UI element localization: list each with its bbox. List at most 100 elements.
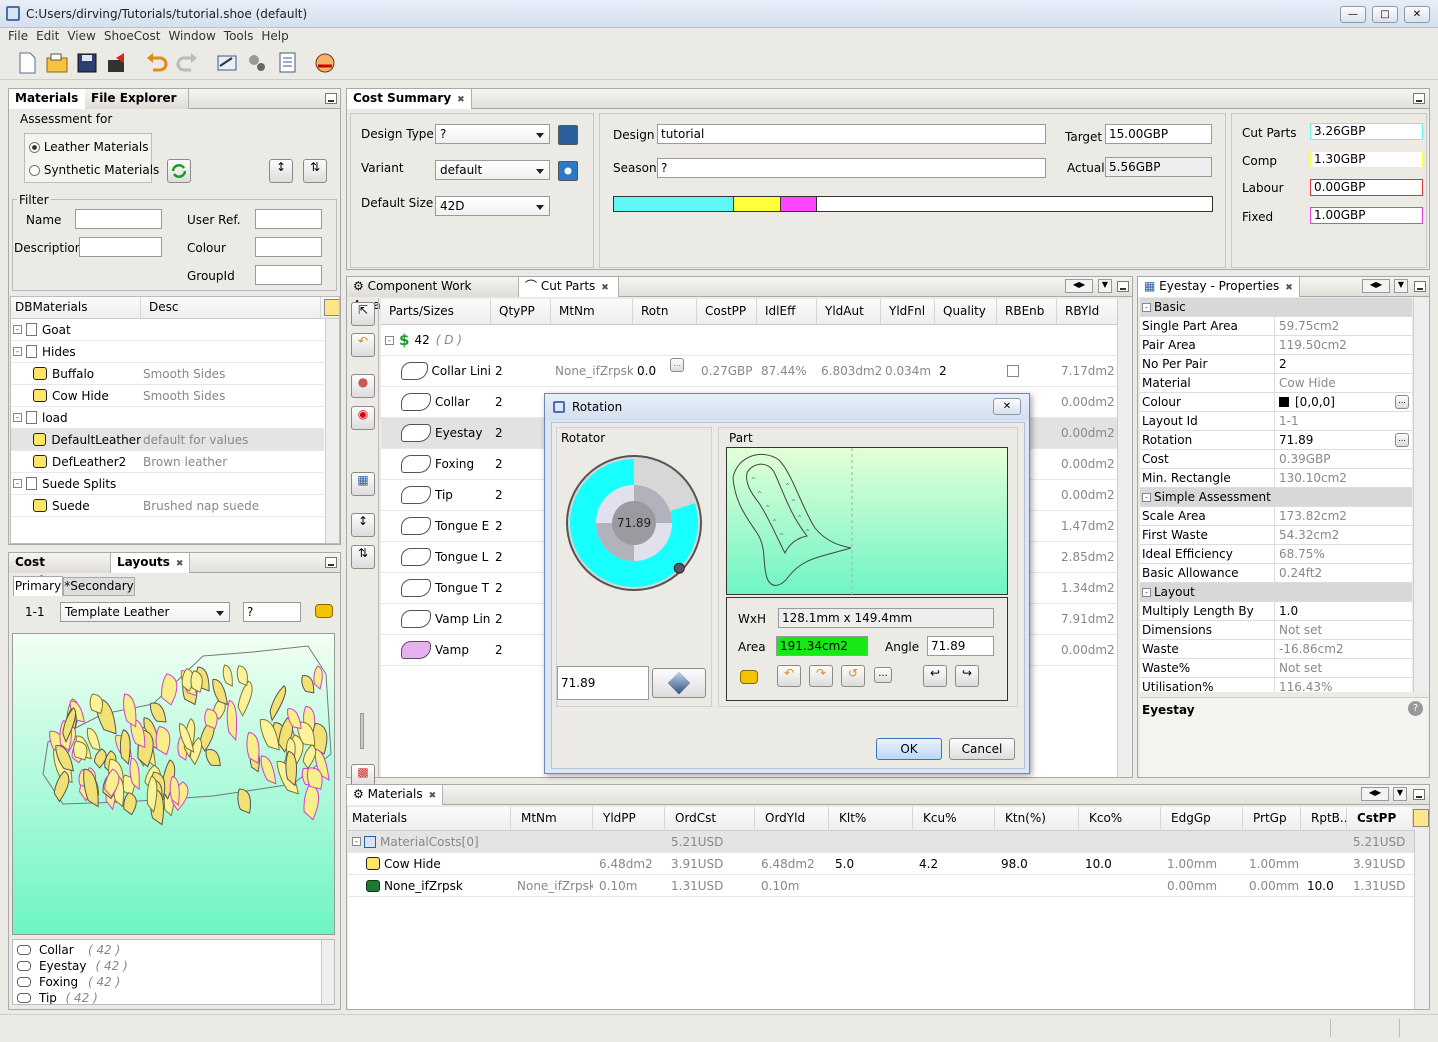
header-ordcst[interactable]: OrdCst xyxy=(665,807,755,831)
undo-tool-icon[interactable]: ↶ xyxy=(351,333,375,357)
collapse-tool-icon[interactable]: ⇅ xyxy=(351,545,375,569)
property-edit-button[interactable]: ... xyxy=(1395,433,1409,447)
layout-canvas[interactable] xyxy=(12,633,335,935)
save-design-icon[interactable] xyxy=(558,125,578,145)
section-toggle-icon[interactable]: - xyxy=(1142,587,1151,597)
undo-icon[interactable] xyxy=(144,50,170,76)
tab-cost-explorer[interactable]: Cost Explorer xyxy=(9,553,111,588)
header-quality[interactable]: Quality xyxy=(935,299,997,325)
property-row[interactable]: Utilisation% 116.43% xyxy=(1140,678,1412,692)
angle-field[interactable]: 71.89 xyxy=(927,636,994,656)
expand-toggle-icon[interactable]: - xyxy=(13,325,22,334)
property-row[interactable]: Ideal Efficiency 68.75% xyxy=(1140,545,1412,564)
tab-list-dropdown[interactable]: ▼ xyxy=(1394,279,1408,293)
description-field[interactable] xyxy=(79,237,162,257)
property-value-cell[interactable]: Cow Hide xyxy=(1275,374,1410,392)
minimize-panel-icon[interactable] xyxy=(1414,281,1426,292)
design-field[interactable]: tutorial xyxy=(657,124,1046,144)
property-value-cell[interactable]: 130.10cm2 xyxy=(1275,469,1410,487)
header-rbyld[interactable]: RBYld xyxy=(1057,299,1119,325)
size-group-row[interactable]: - $42 ( D ) xyxy=(381,325,1119,356)
property-value-cell[interactable]: Not set xyxy=(1275,621,1410,639)
header-mtnm[interactable]: MtNm xyxy=(551,299,633,325)
property-row[interactable]: Waste -16.86cm2 xyxy=(1140,640,1412,659)
collapse-all-button[interactable]: ⇅ xyxy=(303,159,327,183)
tree-row[interactable]: - Suede Splits xyxy=(11,473,324,495)
tab-component-work-area[interactable]: ⚙ Component Work Area✖ xyxy=(347,277,519,312)
parts-list-scrollbar[interactable] xyxy=(321,940,334,1004)
section-toggle-icon[interactable]: - xyxy=(1142,492,1151,502)
close-tab-icon[interactable]: ✖ xyxy=(429,791,437,801)
maximize-button[interactable]: □ xyxy=(1372,6,1398,23)
cell-rbenb[interactable] xyxy=(997,356,1057,386)
select-tool-icon[interactable]: ⇱ xyxy=(351,302,375,326)
tab-file-explorer[interactable]: File Explorer xyxy=(85,89,189,109)
settings-icon[interactable] xyxy=(244,50,270,76)
header-prtgp[interactable]: PrtGp xyxy=(1243,807,1301,831)
collapse-toggle-icon[interactable]: - xyxy=(352,837,361,846)
measure-icon[interactable] xyxy=(214,50,240,76)
property-value-cell[interactable]: 54.32cm2 xyxy=(1275,526,1410,544)
header-partssizes[interactable]: Parts/Sizes xyxy=(381,299,491,325)
column-chooser-icon[interactable] xyxy=(324,299,339,316)
tab-cost-summary[interactable]: Cost Summary ✖ xyxy=(347,89,472,109)
parts-list-item[interactable]: Foxing ( 42 ) xyxy=(13,974,334,990)
rotate-tool-icon[interactable]: ◉ xyxy=(351,406,375,430)
expand-toggle-icon[interactable]: - xyxy=(13,347,22,356)
tree-row[interactable]: DefLeather2 Brown leather xyxy=(11,451,324,473)
tab-layouts[interactable]: Layouts ✖ xyxy=(111,553,191,573)
property-value-cell[interactable]: 71.89... xyxy=(1275,431,1410,449)
rotation-value-field[interactable]: 71.89 xyxy=(557,666,649,700)
material-cost-row[interactable]: Cow Hide 6.48dm2 3.91USD 6.48dm2 5.0 4.2 98.0 1… xyxy=(348,853,1414,875)
tab-list-dropdown[interactable]: ▼ xyxy=(1393,787,1407,801)
property-edit-button[interactable]: ... xyxy=(1395,395,1409,409)
tree-row[interactable]: Suede Brushed nap suede xyxy=(11,495,324,517)
header-ktn[interactable]: Ktn(%) xyxy=(995,807,1079,831)
property-value-cell[interactable]: 1-1 xyxy=(1275,412,1410,430)
season-field[interactable]: ? xyxy=(657,158,1046,178)
property-row[interactable]: Waste% Not set xyxy=(1140,659,1412,678)
minimize-panel-icon[interactable] xyxy=(1413,93,1425,104)
tab-list-dropdown[interactable]: ▼ xyxy=(1098,279,1112,293)
user-ref-field[interactable] xyxy=(255,209,322,229)
menu-shoecost[interactable]: ShoeCost xyxy=(100,28,165,45)
property-section[interactable]: - Basic xyxy=(1140,298,1412,317)
report-icon[interactable] xyxy=(274,50,300,76)
save-icon[interactable] xyxy=(74,50,100,76)
dialog-close-button[interactable]: ✕ xyxy=(993,398,1021,415)
menu-view[interactable]: View xyxy=(63,28,99,45)
close-tab-icon[interactable]: ✖ xyxy=(457,95,465,105)
variant-combo[interactable]: default xyxy=(435,160,550,180)
section-toggle-icon[interactable]: - xyxy=(1142,302,1151,312)
property-row[interactable]: Material Cow Hide xyxy=(1140,374,1412,393)
tree-row[interactable]: Cow Hide Smooth Sides xyxy=(11,385,324,407)
expand-all-button[interactable]: ↕ xyxy=(269,159,293,183)
header-desc[interactable]: Desc xyxy=(141,297,321,319)
materials-table-scrollbar[interactable] xyxy=(1414,829,1429,1009)
tree-row[interactable]: - Goat xyxy=(11,319,324,341)
refresh-button[interactable] xyxy=(167,159,191,183)
header-klt[interactable]: Klt% xyxy=(829,807,913,831)
material-cost-row[interactable]: None_ifZrpsk None_ifZrpsk 0.10m 1.31USD 0.10… xyxy=(348,875,1414,897)
header-cstpp[interactable]: CstPP xyxy=(1347,807,1413,831)
help-icon[interactable]: ? xyxy=(1408,701,1423,716)
default-size-combo[interactable]: 42D xyxy=(435,196,550,216)
property-value-cell[interactable]: 173.82cm2 xyxy=(1275,507,1410,525)
property-value-cell[interactable]: Not set xyxy=(1275,659,1410,677)
more-options-button[interactable]: ... xyxy=(874,667,892,683)
property-section[interactable]: - Layout xyxy=(1140,583,1412,602)
material-cost-row[interactable]: - MaterialCosts[0] 5.21USD 5.21USD xyxy=(348,831,1414,853)
minimize-button[interactable]: — xyxy=(1340,6,1366,23)
shoe-tool-icon[interactable]: ● xyxy=(351,374,375,398)
property-row[interactable]: Rotation 71.89... xyxy=(1140,431,1412,450)
property-value-cell[interactable]: 119.50cm2 xyxy=(1275,336,1410,354)
header-edggp[interactable]: EdgGp xyxy=(1161,807,1243,831)
header-costpp[interactable]: CostPP xyxy=(697,299,757,325)
part-row[interactable]: Collar Lini 2 None_ifZrpsk 0.0... 0.27GBP 87.… xyxy=(381,356,1119,387)
expand-toggle-icon[interactable]: - xyxy=(13,479,22,488)
property-row[interactable]: Layout Id 1-1 xyxy=(1140,412,1412,431)
colour-field[interactable] xyxy=(255,237,322,257)
flip-right-button[interactable]: ↪ xyxy=(955,665,979,687)
column-chooser-icon[interactable] xyxy=(1413,809,1429,827)
property-row[interactable]: No Per Pair 2 xyxy=(1140,355,1412,374)
